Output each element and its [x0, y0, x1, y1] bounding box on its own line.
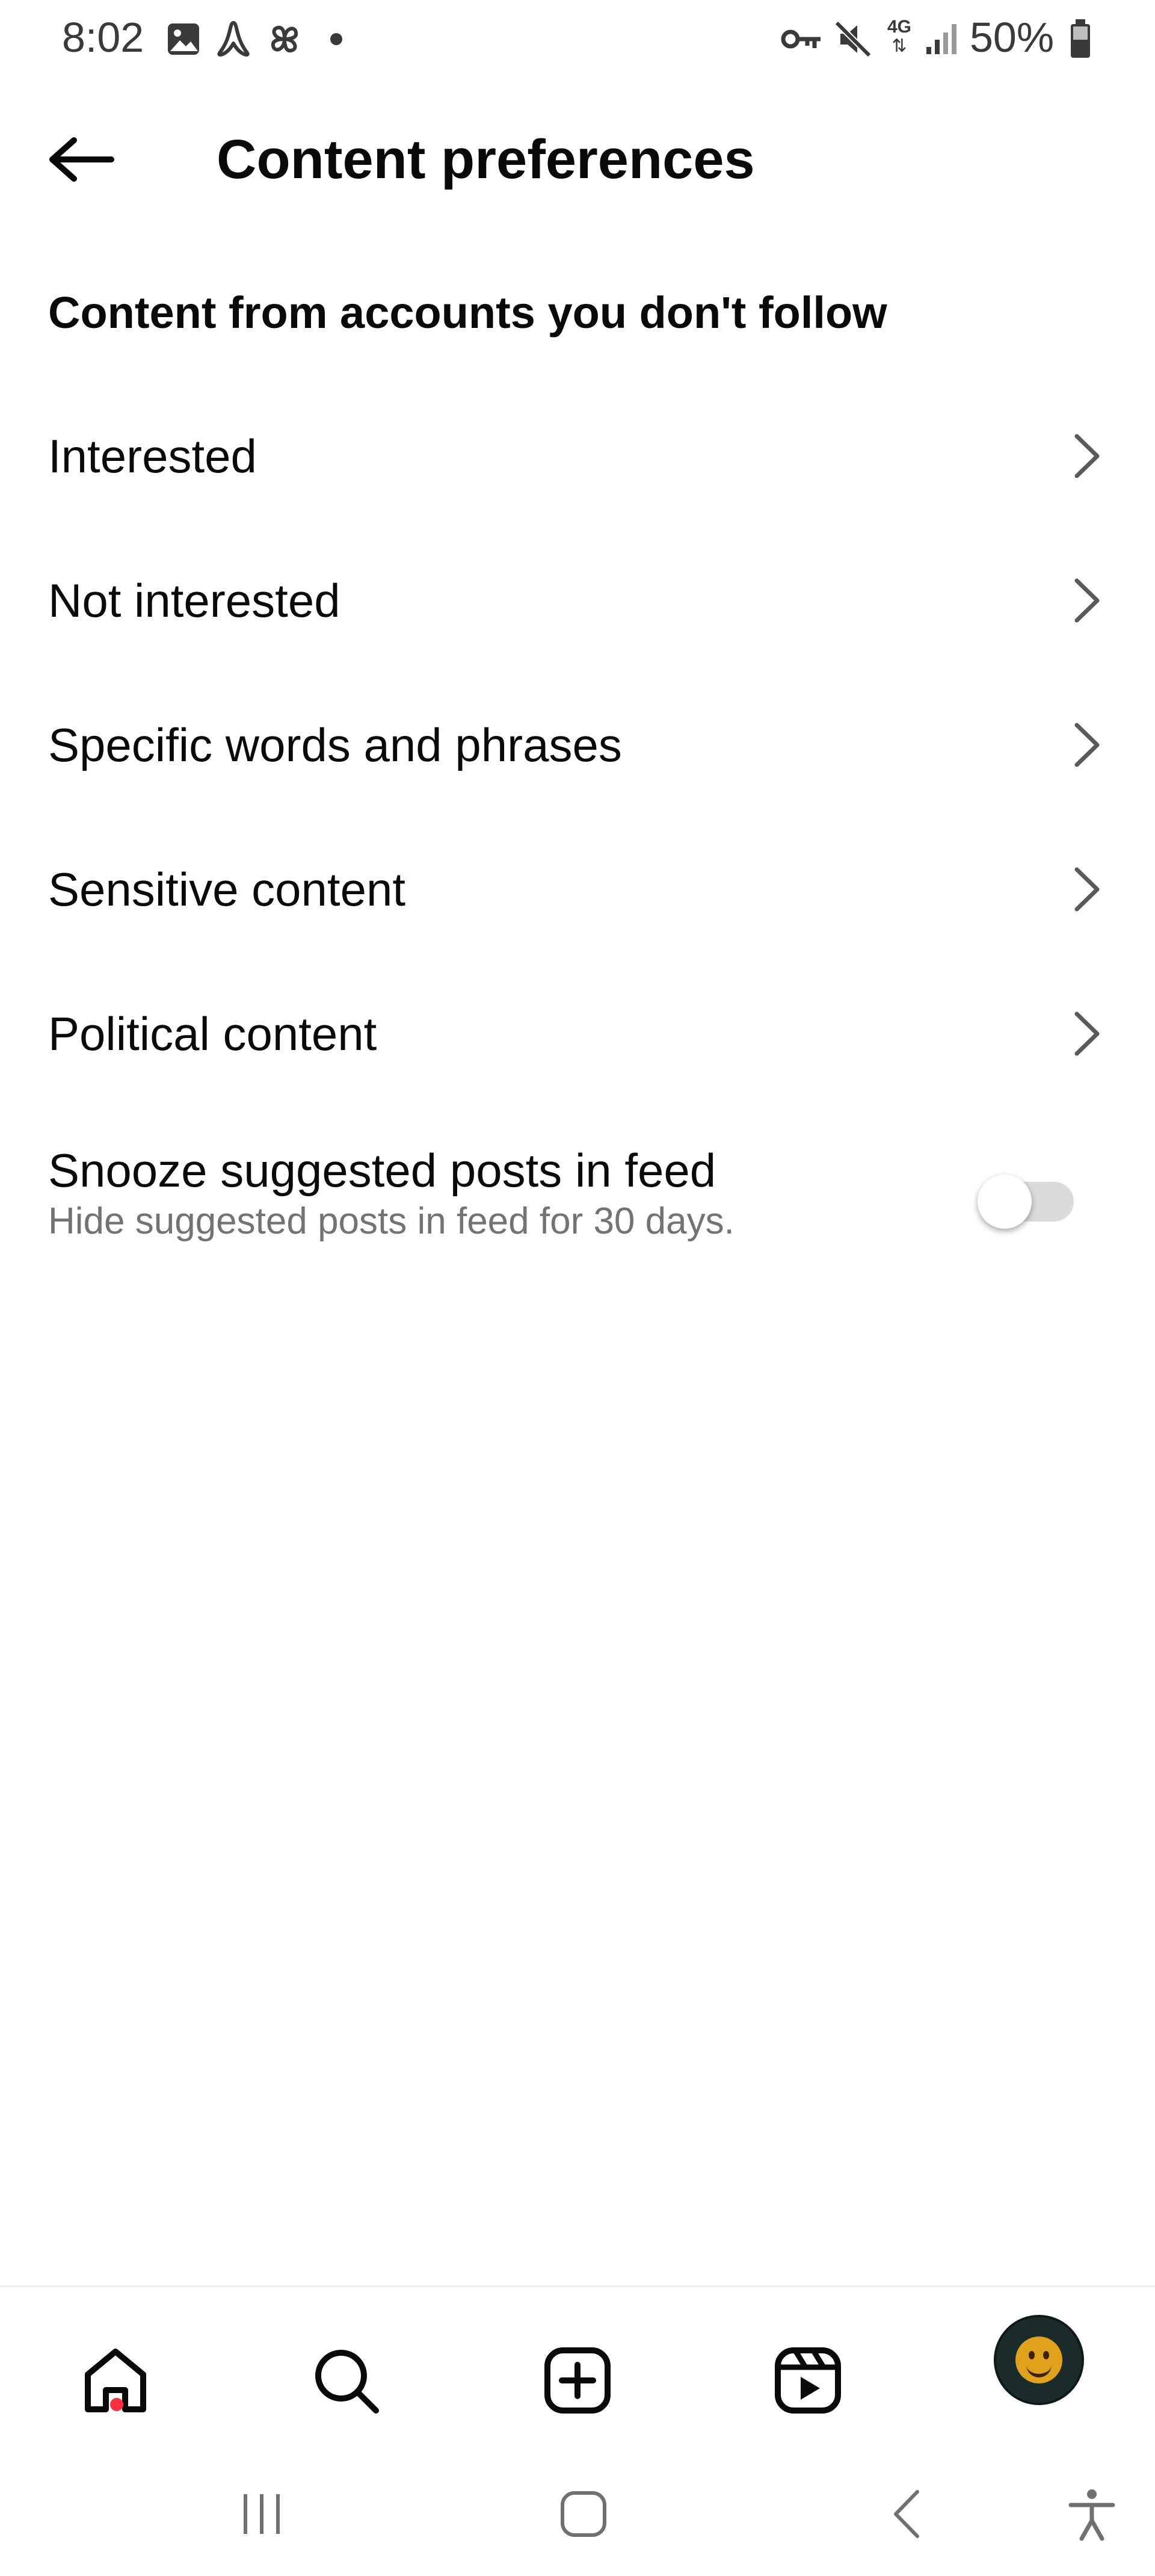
chevron-right-icon [1074, 434, 1100, 478]
accessibility-icon [1068, 2489, 1115, 2541]
gallery-icon [168, 23, 199, 55]
mute-icon [834, 20, 872, 58]
status-bar: 8:02 4G ⇅ 50% [0, 0, 1155, 78]
search-icon [315, 2350, 379, 2414]
battery-icon [1071, 19, 1090, 58]
menu-item-sensitive-content[interactable]: Sensitive content [0, 817, 1155, 962]
menu-item-label: Interested [48, 430, 257, 483]
acrobat-icon [217, 21, 250, 57]
home-button-icon [561, 2491, 606, 2537]
chevron-right-icon [1074, 1012, 1100, 1056]
snooze-title: Snooze suggested posts in feed [48, 1144, 716, 1197]
back-button[interactable] [36, 120, 126, 199]
menu-item-specific-words[interactable]: Specific words and phrases [0, 673, 1155, 817]
nav-reels[interactable] [763, 2335, 853, 2426]
system-home-button[interactable] [541, 2472, 626, 2556]
battery-percent: 50% [970, 14, 1055, 61]
pinwheel-icon [271, 25, 298, 53]
arrow-left-icon [49, 137, 114, 182]
bottom-nav [0, 2285, 1155, 2450]
system-accessibility-button[interactable] [1050, 2472, 1134, 2556]
page-title: Content preferences [217, 129, 755, 190]
snooze-subtitle: Hide suggested posts in feed for 30 days… [48, 1200, 735, 1242]
system-back-button[interactable] [866, 2472, 950, 2556]
avatar-smiley-icon [1015, 2337, 1062, 2383]
create-icon [544, 2347, 611, 2414]
chevron-right-icon [1074, 723, 1100, 767]
chevron-right-icon [1074, 867, 1100, 912]
network-label: 4G [887, 17, 912, 37]
status-time: 8:02 [62, 14, 144, 61]
menu-item-political-content[interactable]: Political content [0, 962, 1155, 1106]
chevron-right-icon [1074, 578, 1100, 623]
nav-search[interactable] [301, 2335, 391, 2426]
vpn-key-icon [781, 29, 821, 49]
recents-icon [244, 2494, 280, 2534]
nav-home[interactable] [70, 2335, 161, 2426]
toggle-knob [978, 1175, 1032, 1229]
signal-icon [926, 24, 956, 54]
system-recents-button[interactable] [220, 2472, 304, 2556]
system-nav-bar [0, 2448, 1155, 2576]
menu-item-not-interested[interactable]: Not interested [0, 528, 1155, 673]
menu-item-interested[interactable]: Interested [0, 384, 1155, 528]
reels-icon [775, 2347, 841, 2414]
menu-item-label: Political content [48, 1007, 377, 1060]
dot-icon [330, 33, 342, 45]
home-notification-dot [110, 2398, 123, 2411]
network-4g-icon: 4G ⇅ [884, 18, 914, 60]
back-icon [894, 2490, 919, 2538]
menu-item-label: Not interested [48, 574, 340, 627]
nav-create[interactable] [532, 2335, 623, 2426]
menu-item-label: Specific words and phrases [48, 718, 622, 771]
snooze-toggle[interactable] [978, 1173, 1074, 1229]
menu-item-label: Sensitive content [48, 863, 406, 916]
profile-avatar[interactable] [994, 2315, 1084, 2405]
section-heading: Content from accounts you don't follow [48, 288, 887, 338]
